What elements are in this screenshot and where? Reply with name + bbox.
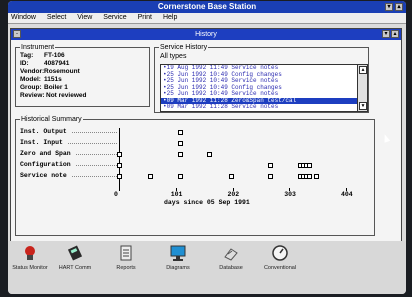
maximize-button[interactable]: ▴ [395,3,403,11]
menu-select[interactable]: Select [47,13,66,23]
scroll-up-arrow[interactable]: ▲ [359,66,367,74]
history-title: History [195,31,217,38]
data-point [313,174,319,179]
tag-value: FT-106 [44,52,65,59]
status-monitor-label: Status Monitor [12,265,48,271]
data-point [229,174,235,179]
menu-help[interactable]: Help [163,13,177,23]
menu-window[interactable]: Window [11,13,36,23]
model-value: 1151s [44,76,62,83]
review-value: Not reviewed [46,92,87,99]
data-point [177,141,183,146]
x-tick [119,188,120,191]
x-tick-label: 404 [341,191,353,198]
y-axis [119,128,120,191]
hart-comm-label: HART Comm [58,265,92,271]
reports-button[interactable]: Reports [106,245,146,271]
menu-print[interactable]: Print [138,13,152,23]
service-history-list[interactable]: •19 Aug 1992 11:49 Service notes •25 Jun … [160,64,368,112]
data-point [117,174,122,179]
menu-service[interactable]: Service [103,13,126,23]
diagrams-button[interactable]: Diagrams [158,245,198,271]
tag-row: Tag: FT-106 [20,52,65,59]
service-history-item[interactable]: •09 Mar 1992 11:28 Service notes [161,103,367,111]
vendor-value: Rosemount [44,68,80,75]
id-row: ID: 4087941 [20,60,70,67]
data-point [117,163,122,168]
conventional-button[interactable]: Conventional [260,245,300,271]
diagrams-label: Diagrams [166,265,190,271]
category-label: Service note [20,172,67,179]
category-label: Configuration [20,161,71,168]
x-tick [346,188,347,191]
x-tick [232,188,234,191]
x-tick-label: 0 [114,191,118,198]
app-title-bar: Cornerstone Base Station ▾ ▴ [8,1,406,13]
x-tick [289,188,291,191]
menu-view[interactable]: View [77,13,92,23]
x-axis-label: days since 05 Sep 1991 [164,199,250,206]
data-point [306,174,312,179]
window-menu-button[interactable]: - [13,30,21,38]
x-tick-label: 101 [170,191,183,198]
category-leader [72,132,117,133]
data-point [147,174,153,179]
category-leader [72,176,117,177]
hart-comm-button[interactable]: HART Comm [55,245,95,271]
service-history-panel: Service History All types •19 Aug 1992 1… [154,43,369,113]
x-tick-label: 202 [227,191,240,198]
minimize-button[interactable]: ▾ [385,3,393,11]
scroll-down-arrow[interactable]: ▼ [359,102,367,110]
history-maximize-button[interactable]: ▴ [391,30,399,38]
bottom-toolbar: Status Monitor HART Comm Reports Diagram… [8,241,406,294]
data-point [177,130,183,135]
database-icon [224,248,238,261]
data-point [117,152,122,157]
reports-label: Reports [116,265,136,271]
database-button[interactable]: Database [211,245,251,271]
reports-icon [120,245,132,261]
category-leader [76,154,117,155]
data-point [177,174,183,179]
history-minimize-button[interactable]: ▾ [382,30,390,38]
x-tick-label: 303 [284,191,296,198]
category-leader [68,143,117,144]
database-label: Database [219,265,243,271]
history-title-bar: - History ▾ ▴ [11,29,401,40]
category-label: Inst. Input [20,139,63,146]
category-label: Inst. Output [20,128,67,135]
model-row: Model: 1151s [20,76,62,83]
app-title: Cornerstone Base Station [157,2,257,11]
instrument-legend: Instrument [20,43,56,52]
data-point [267,174,273,179]
group-value: Boiler 1 [44,84,68,91]
category-leader [76,165,117,166]
status-monitor-button[interactable]: Status Monitor [10,245,50,271]
x-tick [175,188,177,191]
conventional-label: Conventional [263,265,297,271]
instrument-panel: Instrument Tag: FT-106 ID: 4087941 Vendor:… [15,43,150,107]
data-point [306,163,312,168]
data-point [177,152,183,157]
category-label: Zero and Span [20,150,71,157]
review-row: Review:Not reviewed [20,92,87,99]
service-type-filter[interactable]: All types [160,53,186,60]
historical-summary-chart: Inst. Output Inst. Input Zero and Span Conf… [16,120,376,237]
conventional-icon [272,245,288,261]
status-monitor-icon [25,246,35,260]
history-window: - History ▾ ▴ Instrument Tag: FT-106 ID: 4… [10,28,402,243]
group-row: Group: Boiler 1 [20,84,68,91]
id-value: 4087941 [44,60,70,67]
hart-comm-icon [67,245,83,261]
menu-bar: Window Select View Service Print Help [8,13,406,24]
screen: Cornerstone Base Station ▾ ▴ Window Sele… [8,1,406,294]
service-history-legend: Service History [159,43,209,52]
diagrams-icon [170,245,186,261]
data-point [206,152,212,157]
data-point [267,163,273,168]
list-scrollbar[interactable]: ▲ ▼ [357,65,367,111]
vendor-row: Vendor:Rosemount [20,68,80,75]
historical-summary-panel: Historical Summary Inst. Output Inst. Inp… [15,115,376,237]
